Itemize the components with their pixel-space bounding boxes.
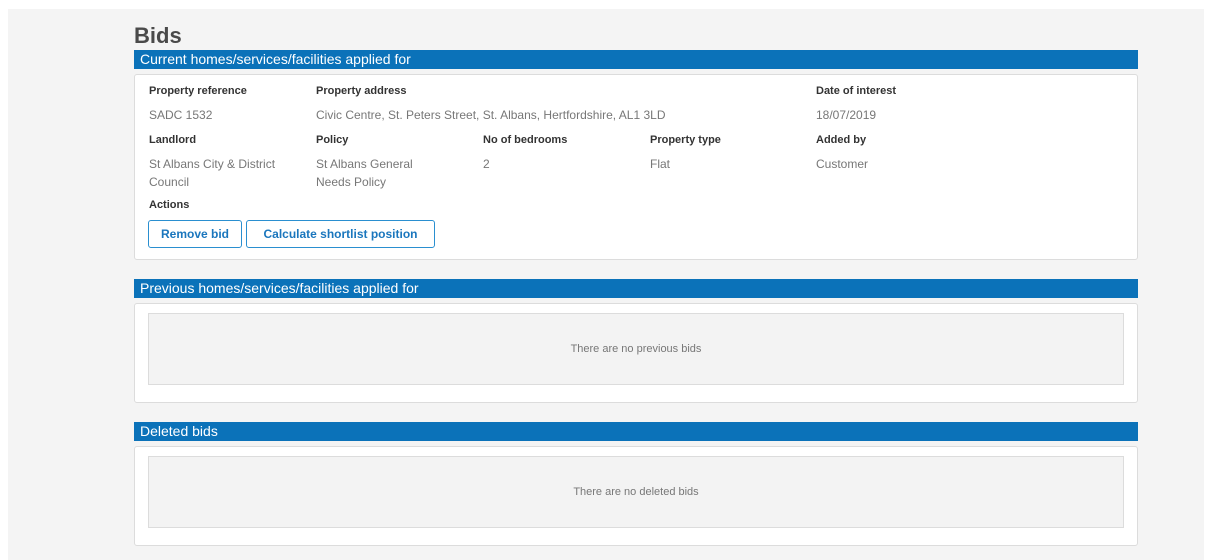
- current-bids-panel: Property reference Property address Date…: [134, 74, 1138, 260]
- previous-bids-panel: There are no previous bids: [134, 303, 1138, 403]
- property-address-label: Property address: [316, 85, 407, 97]
- no-of-bedrooms-value: 2: [483, 157, 490, 171]
- no-of-bedrooms-label: No of bedrooms: [483, 134, 568, 146]
- date-of-interest-value: 18/07/2019: [816, 108, 877, 122]
- property-reference-value: SADC 1532: [149, 108, 213, 122]
- page-title: Bids: [134, 23, 182, 48]
- added-by-label: Added by: [816, 134, 867, 146]
- property-type-label: Property type: [650, 134, 721, 146]
- added-by-value: Customer: [816, 157, 869, 171]
- deleted-bids-header: Deleted bids: [134, 422, 1138, 441]
- current-bids-header: Current homes/services/facilities applie…: [134, 50, 1138, 69]
- property-address-value: Civic Centre, St. Peters Street, St. Alb…: [316, 108, 666, 122]
- deleted-bids-panel: There are no deleted bids: [134, 446, 1138, 546]
- policy-label: Policy: [316, 134, 349, 146]
- page-canvas: Bids Current homes/services/facilities a…: [8, 9, 1204, 560]
- landlord-label: Landlord: [149, 134, 197, 146]
- previous-bids-header: Previous homes/services/facilities appli…: [134, 279, 1138, 298]
- landlord-value: St Albans City & District Council: [149, 157, 276, 189]
- property-type-value: Flat: [650, 157, 671, 171]
- calculate-shortlist-position-button[interactable]: Calculate shortlist position: [246, 220, 435, 248]
- date-of-interest-label: Date of interest: [816, 85, 897, 97]
- remove-bid-button[interactable]: Remove bid: [148, 220, 242, 248]
- actions-label: Actions: [149, 199, 190, 211]
- property-reference-label: Property reference: [149, 85, 247, 97]
- no-previous-bids-message: There are no previous bids: [148, 313, 1124, 385]
- no-deleted-bids-message: There are no deleted bids: [148, 456, 1124, 528]
- policy-value: St Albans General Needs Policy: [316, 157, 413, 189]
